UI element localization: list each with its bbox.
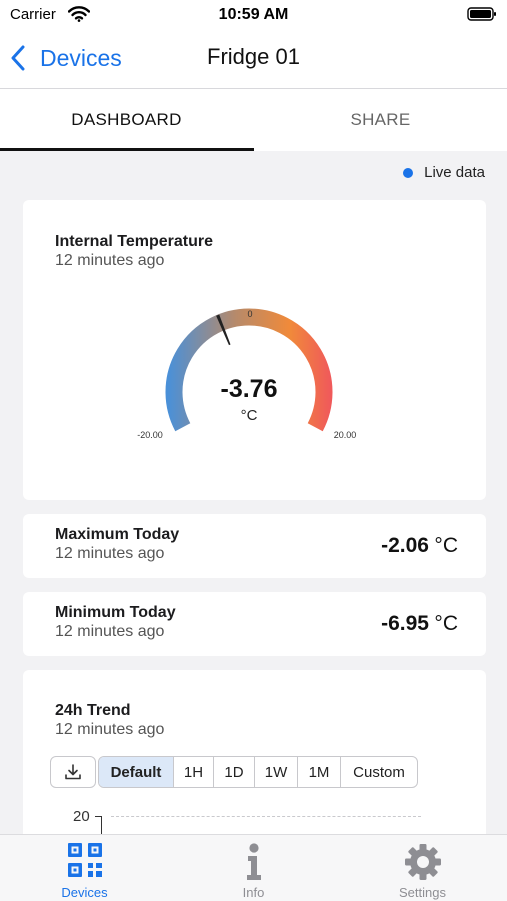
time-range-selector: Default 1H 1D 1W 1M Custom xyxy=(98,756,418,788)
bottom-tab-info-label: Info xyxy=(242,885,265,900)
download-button[interactable] xyxy=(50,756,96,788)
temperature-gauge: -3.76 °C -20.00 20.00 0 xyxy=(137,308,357,440)
download-icon xyxy=(65,764,81,780)
range-default-button[interactable]: Default xyxy=(99,757,174,787)
grid-line xyxy=(111,816,421,817)
trend-subtitle: 12 minutes ago xyxy=(55,721,165,738)
back-button[interactable]: Devices xyxy=(10,40,122,76)
minimum-today-card: Minimum Today 12 minutes ago -6.95 °C xyxy=(23,592,486,656)
status-bar: Carrier 10:59 AM xyxy=(0,0,507,30)
gauge-min-label: -20.00 xyxy=(137,430,163,440)
range-1h-button[interactable]: 1H xyxy=(174,757,214,787)
trend-title: 24h Trend xyxy=(55,702,131,719)
bottom-tab-bar: Devices Info Settings xyxy=(0,834,507,901)
gauge-mid-label: 0 xyxy=(247,309,252,319)
max-today-title: Maximum Today xyxy=(55,526,180,543)
min-today-value: -6.95 xyxy=(381,612,429,635)
info-icon xyxy=(246,843,261,880)
max-today-value: -2.06 xyxy=(381,534,429,557)
internal-temperature-card: Internal Temperature 12 minutes ago -3.7… xyxy=(23,200,486,500)
gauge-unit: °C xyxy=(241,407,258,424)
bottom-tab-devices-label: Devices xyxy=(61,885,108,900)
gauge-max-label: 20.00 xyxy=(334,430,357,440)
navigation-bar: Devices Fridge 01 xyxy=(0,30,507,89)
y-tick-label: 20 xyxy=(73,808,90,825)
range-custom-button[interactable]: Custom xyxy=(341,757,417,787)
min-today-unit: °C xyxy=(434,612,458,635)
range-1m-button[interactable]: 1M xyxy=(298,757,341,787)
maximum-today-card: Maximum Today 12 minutes ago -2.06 °C xyxy=(23,514,486,578)
bottom-tab-settings-label: Settings xyxy=(399,885,446,900)
bottom-tab-devices[interactable]: Devices xyxy=(0,835,169,901)
min-today-subtitle: 12 minutes ago xyxy=(55,623,165,640)
range-1d-button[interactable]: 1D xyxy=(214,757,255,787)
range-1w-button[interactable]: 1W xyxy=(255,757,298,787)
status-time: 10:59 AM xyxy=(218,6,289,23)
live-data-label: Live data xyxy=(424,164,485,181)
gauge-value: -3.76 xyxy=(221,375,278,403)
max-today-unit: °C xyxy=(434,534,458,557)
bottom-tab-info[interactable]: Info xyxy=(169,835,338,901)
min-today-title: Minimum Today xyxy=(55,604,176,621)
back-label: Devices xyxy=(40,44,122,71)
tab-share[interactable]: SHARE xyxy=(254,89,507,151)
gear-icon xyxy=(404,844,441,880)
chevron-left-icon xyxy=(11,45,25,71)
active-tab-indicator xyxy=(0,148,254,151)
bottom-tab-settings[interactable]: Settings xyxy=(338,835,507,901)
live-dot-icon xyxy=(403,167,414,178)
y-axis xyxy=(101,816,102,836)
tab-bar: DASHBOARD SHARE xyxy=(0,89,507,151)
max-today-subtitle: 12 minutes ago xyxy=(55,545,165,562)
battery-icon xyxy=(467,7,496,21)
qr-code-icon xyxy=(67,843,102,877)
tab-dashboard[interactable]: DASHBOARD xyxy=(0,89,253,151)
live-data-indicator: Live data xyxy=(403,164,485,181)
